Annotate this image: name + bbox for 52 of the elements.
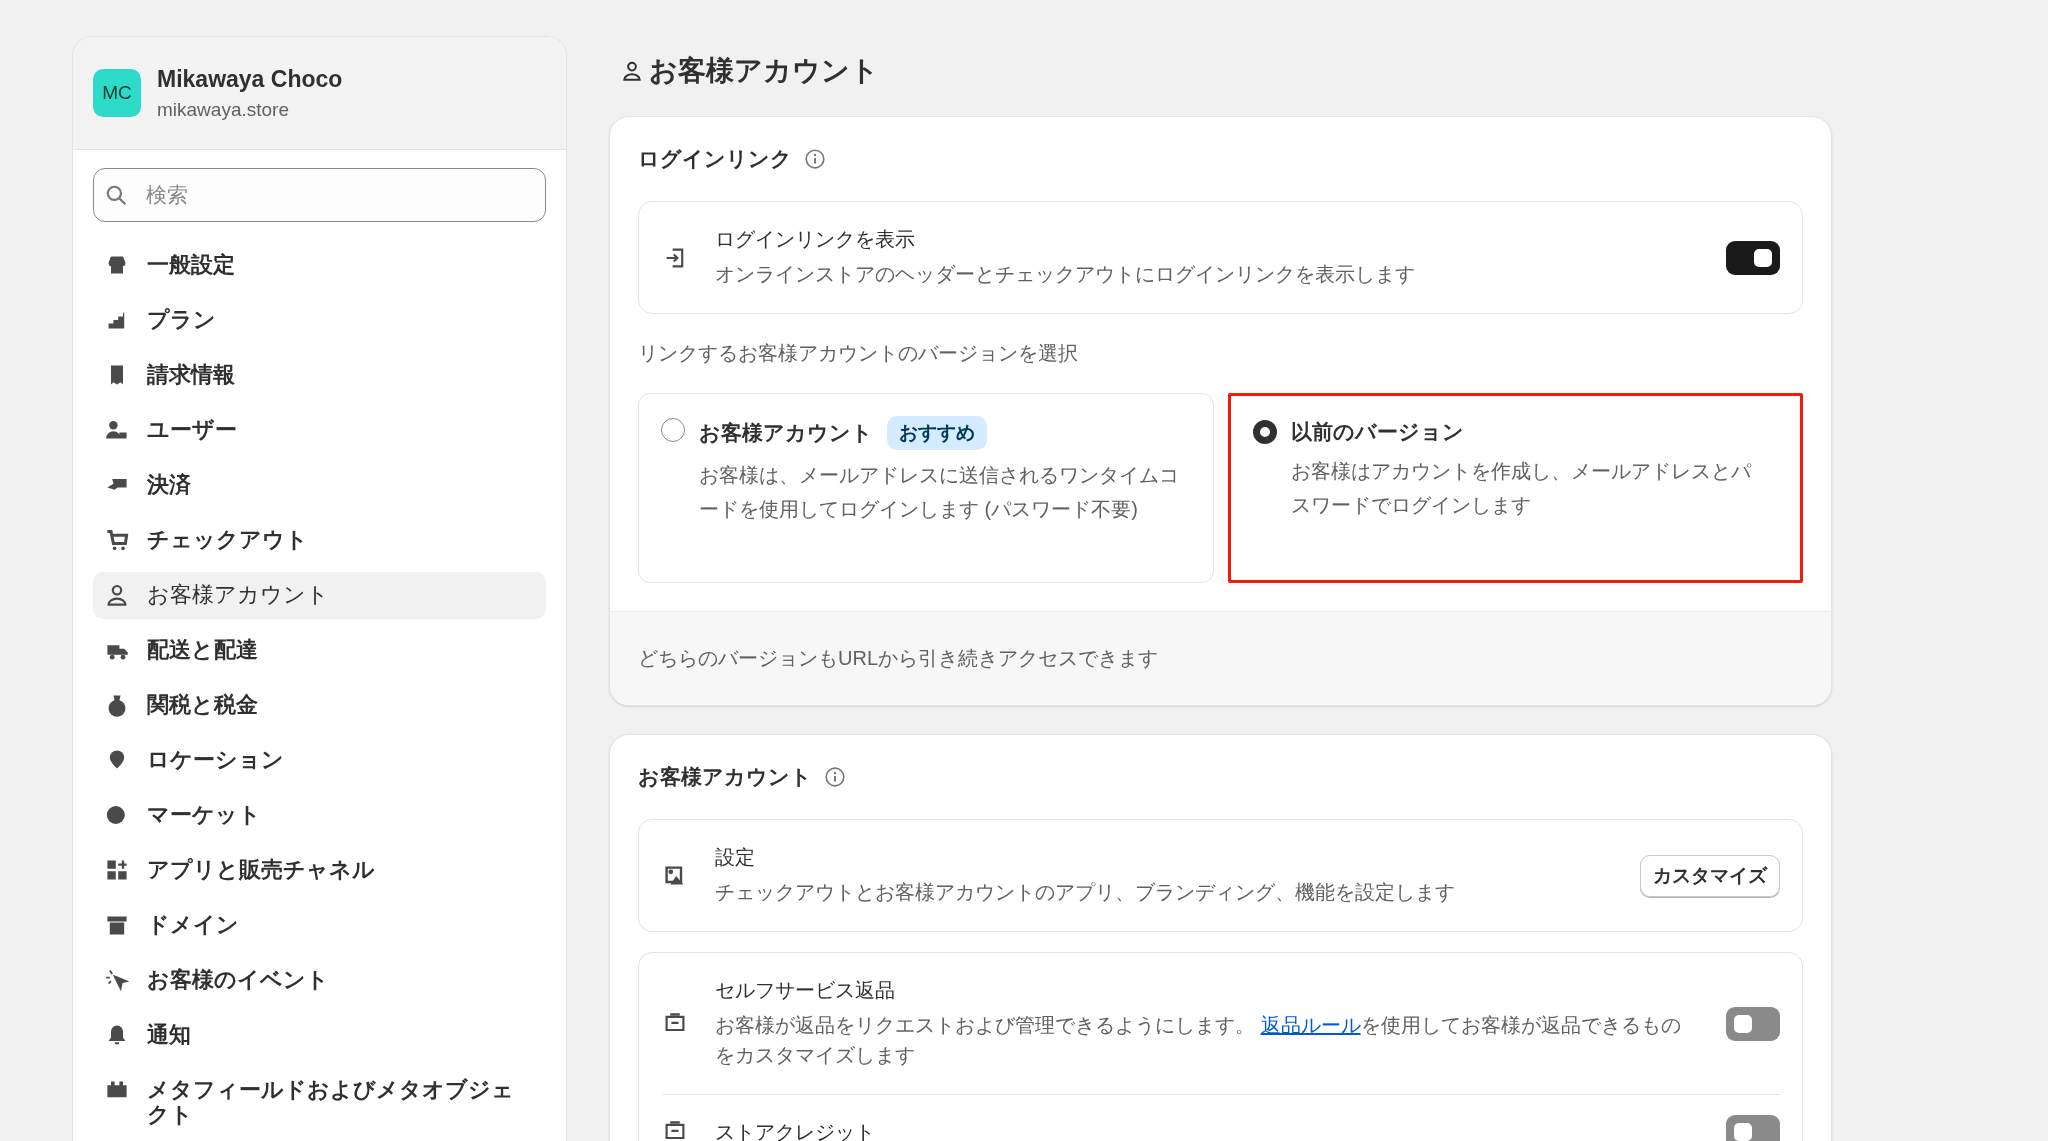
nav-item[interactable]: 関税と税金 xyxy=(93,682,546,729)
nav-item[interactable]: プラン xyxy=(93,297,546,344)
nav-item[interactable]: ドメイン xyxy=(93,902,546,949)
option-title: お客様アカウント xyxy=(699,420,873,446)
person-icon xyxy=(105,583,129,607)
setting-description: チェックアウトとお客様アカウントのアプリ、ブランディング、機能を設定します xyxy=(715,880,1456,905)
footer-note: どちらのバージョンもURLから引き続きアクセスできます xyxy=(638,647,1158,669)
nav-item[interactable]: アプリと販売チャネル xyxy=(93,847,546,894)
radio-button[interactable] xyxy=(1252,420,1277,444)
nav-item[interactable]: 配送と配達 xyxy=(93,627,546,674)
cursor-icon xyxy=(105,968,129,992)
person-icon xyxy=(621,60,643,82)
info-icon[interactable] xyxy=(824,766,846,788)
nav-item[interactable]: お客様アカウント xyxy=(93,572,546,619)
store-avatar: MC xyxy=(93,69,141,117)
store-name: Mikawaya Choco xyxy=(157,65,343,93)
nav-item[interactable]: メタフィールドおよびメタオブジェクト xyxy=(93,1067,546,1139)
return-rules-link[interactable]: 返品ルール xyxy=(1260,1014,1361,1036)
cart-icon xyxy=(105,528,129,552)
version-prompt: リンクするお客様アカウントのバージョンを選択 xyxy=(638,341,1079,366)
page-title: お客様アカウント xyxy=(649,54,879,88)
search-field[interactable]: 検索 xyxy=(93,168,546,222)
recommended-badge: おすすめ xyxy=(887,416,987,450)
setting-description: お客様が返品をリクエストおよび管理できるようにします。 返品ルールを使用してお客様が返品できるものをカスタマイズします xyxy=(715,1013,1682,1068)
nav-item[interactable]: 決済 xyxy=(93,462,546,509)
setting-title: ログインリンクを表示 xyxy=(715,227,916,252)
info-icon[interactable] xyxy=(804,148,826,170)
option-description: お客様はアカウントを作成し、メールアドレスとパスワードでログインします xyxy=(1290,459,1752,518)
nav-item[interactable]: ロケーション xyxy=(93,737,546,784)
nav-item[interactable]: 通知 xyxy=(93,1012,546,1059)
setting-title: ストアクレジット xyxy=(715,1119,876,1141)
grid-icon xyxy=(105,858,129,882)
setting-title: セルフサービス返品 xyxy=(715,978,896,1003)
option-description: お客様は、メールアドレスに送信されるワンタイムコードを使用してログインします (パスワード不要) xyxy=(699,463,1180,522)
option-title: 以前のバージョン xyxy=(1290,419,1464,445)
nav-item[interactable]: 一般設定 xyxy=(93,242,546,289)
option-card[interactable]: お客様アカウント おすすめ お客様は、メールアドレスに送信されるワンタイムコードを使用してログインします (パスワード不要) xyxy=(638,393,1214,583)
setting-description: オンラインストアのヘッダーとチェックアウトにログインリンクを表示します xyxy=(715,262,1416,287)
nav-item[interactable]: お客様のイベント xyxy=(93,957,546,1004)
nav-item[interactable]: マーケット xyxy=(93,792,546,839)
nav-item[interactable]: 請求情報 xyxy=(93,352,546,399)
section-title: ログインリンク xyxy=(638,146,792,172)
customize-button[interactable]: カスタマイズ xyxy=(1640,854,1780,897)
nav-item[interactable]: チェックアウト xyxy=(93,517,546,564)
toggle-switch[interactable] xyxy=(1726,1115,1780,1141)
toggle-switch[interactable] xyxy=(1726,240,1780,275)
toggle-switch[interactable] xyxy=(1726,1006,1780,1041)
nav-item[interactable]: ユーザー xyxy=(93,407,546,454)
section-title: お客様アカウント xyxy=(638,764,812,790)
store-domain: mikawaya.store xyxy=(157,98,290,121)
highlighted-option-card[interactable]: 以前のバージョン お客様はアカウントを作成し、メールアドレスとパスワードでログインします xyxy=(1227,393,1803,583)
setting-title: 設定 xyxy=(715,845,756,870)
